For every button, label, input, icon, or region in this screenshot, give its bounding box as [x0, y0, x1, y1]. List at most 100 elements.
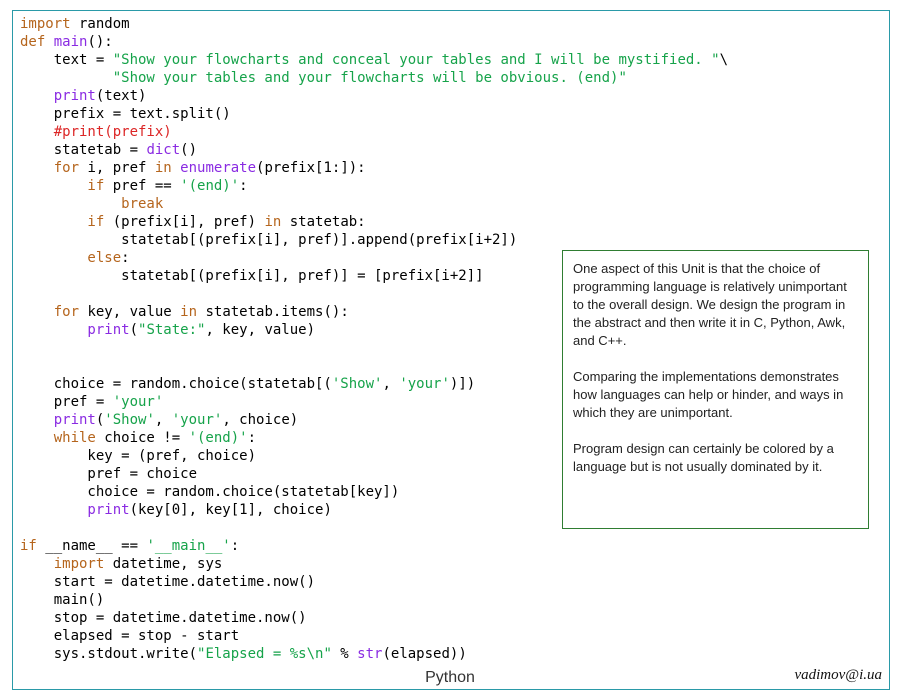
code-token: '(end)' [188, 430, 248, 446]
code-token: random [70, 16, 130, 32]
code-line: elapsed = stop - start [20, 627, 728, 645]
code-token: statetab.items(): [197, 304, 349, 320]
code-token: datetime, sys [104, 556, 223, 572]
code-token: while [20, 430, 96, 446]
code-token: choice = random.choice(statetab[key]) [20, 484, 400, 500]
code-token: statetab[(prefix[i], pref)] = [prefix[i+… [20, 268, 484, 284]
code-token: )]) [449, 376, 476, 392]
code-line: break [20, 195, 728, 213]
code-token: else [20, 250, 122, 266]
code-token: \ [719, 52, 729, 68]
code-token: print [20, 322, 130, 338]
code-line: "Show your tables and your flowcharts wi… [20, 69, 728, 87]
code-token: print [20, 502, 130, 518]
code-line: print(text) [20, 87, 728, 105]
note-paragraph-3: Program design can certainly be colored … [573, 441, 834, 474]
code-line: text = "Show your flowcharts and conceal… [20, 51, 728, 69]
code-token: (elapsed)) [382, 646, 467, 662]
code-token: () [180, 142, 198, 158]
code-token: sys.stdout.write( [20, 646, 198, 662]
code-token: if [20, 178, 105, 194]
code-line: statetab[(prefix[i], pref)].append(prefi… [20, 231, 728, 249]
code-token: choice = random.choice(statetab[( [20, 376, 332, 392]
code-token: key = (pref, choice) [20, 448, 257, 464]
code-token: , [382, 376, 400, 392]
code-token: : [239, 178, 248, 194]
code-line: stop = datetime.datetime.now() [20, 609, 728, 627]
footer-title: Python [425, 669, 475, 686]
code-token: print [20, 88, 96, 104]
code-token: pref = choice [20, 466, 198, 482]
code-token: 'your' [399, 376, 450, 392]
note-paragraph-1: One aspect of this Unit is that the choi… [573, 261, 847, 348]
code-token: (key[0], key[1], choice) [129, 502, 332, 518]
code-token: if [20, 538, 37, 554]
code-token: (text) [95, 88, 147, 104]
code-token: dict [146, 142, 181, 158]
code-line: #print(prefix) [20, 123, 728, 141]
code-token: (prefix[i], pref) [104, 214, 265, 230]
code-token: for [20, 304, 80, 320]
code-token: in [264, 214, 282, 230]
code-token: "Show your tables and your flowcharts wi… [20, 70, 627, 86]
code-line: import random [20, 15, 728, 33]
code-token: statetab = [20, 142, 147, 158]
code-token: choice != [95, 430, 189, 446]
code-token: import [20, 16, 71, 32]
code-line: main() [20, 591, 728, 609]
code-token: pref = [20, 394, 113, 410]
code-token: key, value [79, 304, 181, 320]
code-token: if [20, 214, 105, 230]
code-line: prefix = text.split() [20, 105, 728, 123]
code-token: , choice) [222, 412, 299, 428]
code-line: for i, pref in enumerate(prefix[1:]): [20, 159, 728, 177]
note-paragraph-2: Comparing the implementations demonstrat… [573, 369, 844, 420]
code-token: break [20, 196, 164, 212]
code-token: def [20, 34, 46, 50]
code-line: if (prefix[i], pref) in statetab: [20, 213, 728, 231]
code-token: : [247, 430, 257, 446]
author-email: vadimov@i.ua [794, 667, 882, 683]
code-token: import [20, 556, 105, 572]
code-token: stop = datetime.datetime.now() [20, 610, 307, 626]
code-token: , key, value) [205, 322, 316, 338]
code-token: print [20, 412, 96, 428]
code-token: in [180, 304, 198, 320]
code-line: import datetime, sys [20, 555, 728, 573]
code-token: : [230, 538, 240, 554]
code-token: ( [129, 322, 139, 338]
code-token: "State:" [138, 322, 206, 338]
code-line: def main(): [20, 33, 728, 51]
code-token: 'your' [112, 394, 164, 410]
code-token: main() [20, 592, 105, 608]
note-box: One aspect of this Unit is that the choi… [562, 250, 869, 529]
code-token: prefix = text.split() [20, 106, 231, 122]
code-token: "Show your flowcharts and conceal your t… [112, 52, 720, 68]
code-token: for [20, 160, 80, 176]
code-line: sys.stdout.write("Elapsed = %s\n" % str(… [20, 645, 728, 663]
code-token: '(end)' [180, 178, 240, 194]
code-token: (prefix[1:]): [256, 160, 366, 176]
code-token: % [331, 646, 358, 662]
code-token: 'your' [171, 412, 223, 428]
code-token: text = [20, 52, 113, 68]
code-token: 'Show' [104, 412, 155, 428]
code-token: statetab: [281, 214, 366, 230]
code-line: statetab = dict() [20, 141, 728, 159]
code-token: i, pref [79, 160, 155, 176]
code-token: str [357, 646, 383, 662]
code-token: #print(prefix) [20, 124, 172, 140]
code-token: enumerate [180, 160, 257, 176]
code-token: in [154, 160, 172, 176]
code-line: if __name__ == '__main__': [20, 537, 728, 555]
code-token: __name__ == [36, 538, 147, 554]
code-token: "Elapsed = %s\n" [197, 646, 332, 662]
code-token: 'Show' [331, 376, 383, 392]
code-token: , [154, 412, 172, 428]
code-line: if pref == '(end)': [20, 177, 728, 195]
code-token: pref == [104, 178, 181, 194]
code-token: statetab[(prefix[i], pref)].append(prefi… [20, 232, 518, 248]
code-token: start = datetime.datetime.now() [20, 574, 316, 590]
